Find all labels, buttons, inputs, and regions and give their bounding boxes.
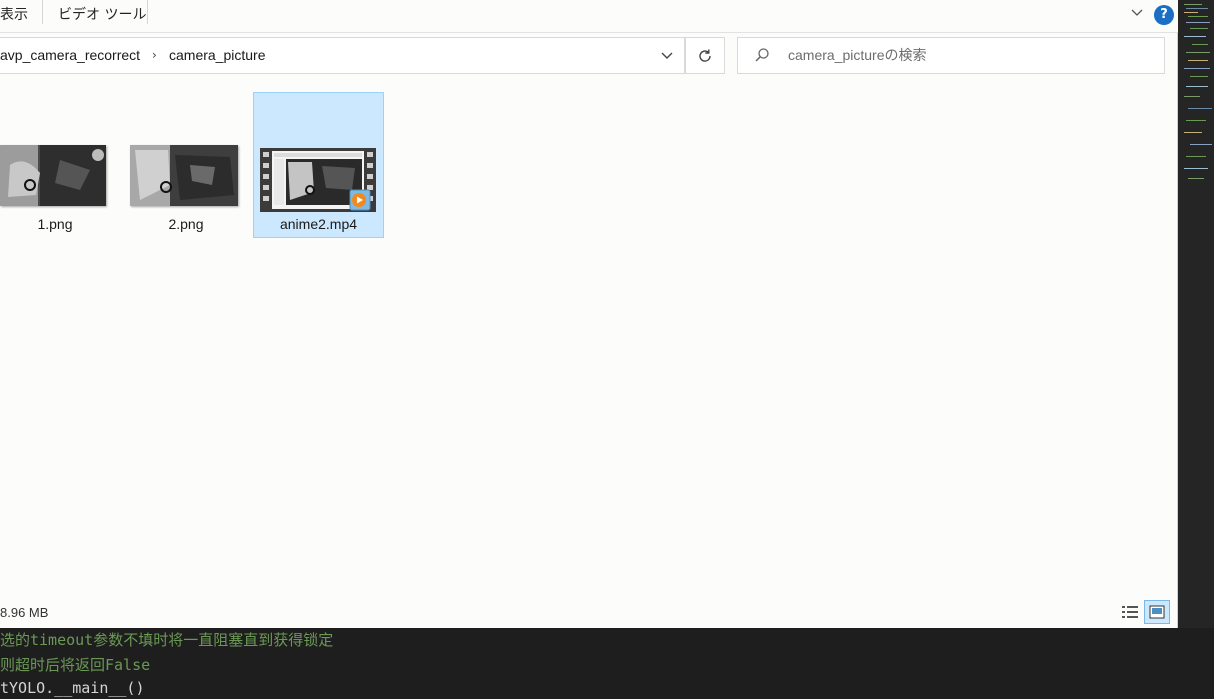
image-thumbnail [130, 145, 238, 206]
details-view-icon [1122, 606, 1138, 618]
ribbon-expand-chevron-icon[interactable] [1128, 6, 1146, 24]
help-button[interactable]: ? [1154, 5, 1174, 25]
address-history-dropdown-icon[interactable] [652, 38, 682, 73]
file-name: anime2.mp4 [279, 216, 358, 232]
file-item[interactable]: 2.png [121, 92, 251, 237]
refresh-button[interactable] [685, 37, 725, 74]
tab-view[interactable]: 表示 [0, 0, 28, 31]
file-name: 1.png [37, 216, 73, 232]
editor-comment-line: 选的timeout参数不填时将一直阻塞直到获得锁定 [0, 631, 334, 649]
file-explorer-window: 表示 ビデオ ツール ? avp_camera_recorrect › came… [0, 0, 1178, 628]
tab-separator [147, 0, 148, 24]
editor-code-line: tYOLO.__main__() [0, 679, 145, 697]
breadcrumb-current[interactable]: camera_picture [169, 38, 266, 73]
search-box[interactable]: camera_pictureの検索 [737, 37, 1165, 74]
tab-separator [42, 0, 43, 24]
file-item-selected[interactable]: anime2.mp4 [253, 92, 384, 238]
ribbon-bar: 表示 ビデオ ツール ? [0, 0, 1178, 33]
search-input[interactable]: camera_pictureの検索 [788, 38, 927, 73]
breadcrumb-parent[interactable]: avp_camera_recorrect [0, 38, 140, 73]
editor-minimap[interactable] [1178, 0, 1214, 628]
status-selection-size: 8.96 MB [0, 605, 49, 620]
image-thumbnail [0, 145, 106, 206]
file-name: 2.png [168, 216, 204, 232]
large-icons-view-button[interactable] [1144, 600, 1170, 624]
refresh-icon [699, 49, 711, 62]
video-play-badge-icon [349, 189, 371, 211]
search-icon [755, 48, 769, 62]
file-item[interactable]: 1.png [0, 92, 120, 237]
address-bar[interactable]: avp_camera_recorrect › camera_picture [0, 37, 685, 74]
large-icons-view-icon [1149, 605, 1165, 619]
breadcrumb-separator-icon[interactable]: › [152, 38, 157, 73]
tab-video-tools[interactable]: ビデオ ツール [58, 0, 146, 31]
editor-comment-line: 则超时后将返回False [0, 656, 151, 674]
details-view-button[interactable] [1117, 600, 1143, 624]
